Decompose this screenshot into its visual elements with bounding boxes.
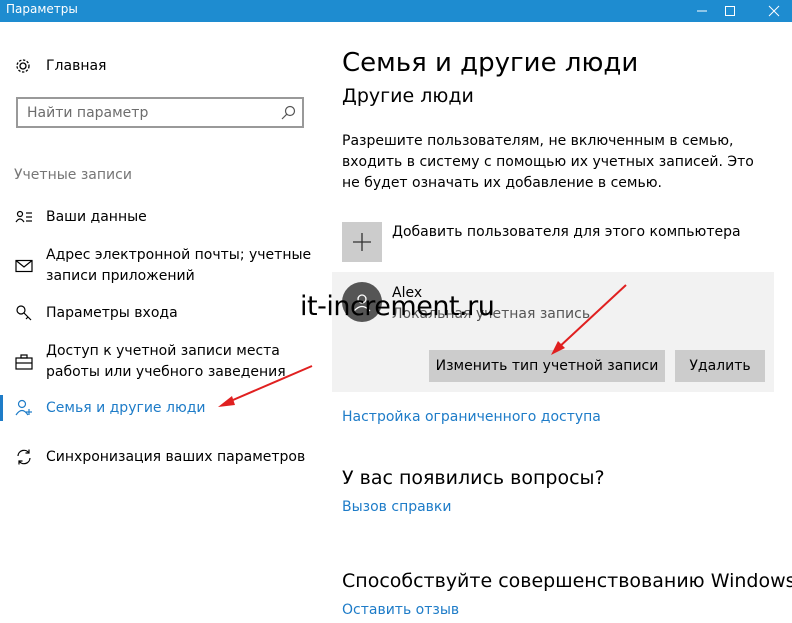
search-icon[interactable]	[280, 105, 296, 121]
sidebar-item-label: Адрес электронной почты; учетные записи …	[46, 247, 312, 284]
window-titlebar: Параметры	[0, 0, 792, 22]
section-title: Учетные записи	[14, 167, 132, 183]
briefcase-icon	[14, 352, 34, 372]
watermark-text: it-increment.ru	[300, 291, 495, 322]
sidebar-item-label: Семья и другие люди	[46, 400, 206, 416]
gear-icon	[16, 59, 30, 73]
person-card-icon	[14, 207, 34, 227]
delete-user-button[interactable]: Удалить	[675, 350, 765, 382]
key-icon	[14, 303, 34, 323]
sidebar-item-family[interactable]: Семья и другие люди	[0, 395, 332, 421]
sidebar-item-label: Ваши данные	[46, 209, 147, 225]
window-title: Параметры	[6, 2, 78, 16]
help-link[interactable]: Вызов справки	[342, 499, 452, 515]
sidebar-item-label: Параметры входа	[46, 305, 178, 321]
sidebar-item-label: Доступ к учетной записи места работы или…	[46, 343, 286, 380]
change-account-type-button[interactable]: Изменить тип учетной записи	[429, 350, 665, 382]
sidebar-item-label: Синхронизация ваших параметров	[46, 449, 306, 465]
sidebar-home[interactable]: Главная	[14, 56, 106, 76]
section-subtitle: Другие люди	[342, 85, 474, 107]
page-title: Семья и другие люди	[342, 48, 639, 78]
sync-icon	[14, 447, 34, 467]
restricted-access-link[interactable]: Настройка ограниченного доступа	[342, 409, 601, 425]
search-input[interactable]	[18, 99, 268, 126]
feedback-link[interactable]: Оставить отзыв	[342, 602, 459, 618]
maximize-icon	[725, 6, 735, 16]
add-user-button[interactable]	[342, 222, 382, 262]
sidebar: Главная Учетные записи Ваши данные Адрес…	[0, 22, 332, 623]
improve-heading: Способствуйте совершенствованию Windows.	[342, 570, 792, 592]
close-button[interactable]	[756, 0, 792, 22]
add-user-row[interactable]: Добавить пользователя для этого компьюте…	[342, 222, 782, 262]
main-content: Семья и другие люди Другие люди Разрешит…	[332, 22, 792, 623]
description-text: Разрешите пользователям, не включенным в…	[342, 133, 754, 191]
minimize-icon	[697, 10, 707, 12]
mail-icon	[14, 256, 34, 276]
plus-icon	[353, 233, 371, 251]
user-card[interactable]: Alex Локальная учетная запись Изменить т…	[332, 272, 774, 392]
active-indicator	[0, 395, 3, 421]
search-box[interactable]	[16, 97, 304, 128]
sidebar-item-email[interactable]: Адрес электронной почты; учетные записи …	[0, 245, 332, 289]
person-add-icon	[14, 398, 34, 418]
sidebar-item-sign-in[interactable]: Параметры входа	[0, 301, 332, 325]
maximize-button[interactable]	[712, 0, 748, 22]
questions-heading: У вас появились вопросы?	[342, 467, 605, 489]
sidebar-item-sync[interactable]: Синхронизация ваших параметров	[0, 445, 332, 469]
sidebar-item-work-access[interactable]: Доступ к учетной записи места работы или…	[0, 341, 332, 385]
sidebar-item-your-info[interactable]: Ваши данные	[0, 205, 332, 229]
close-icon	[768, 5, 780, 17]
sidebar-home-label: Главная	[46, 58, 107, 74]
add-user-label: Добавить пользователя для этого компьюте…	[392, 224, 741, 240]
